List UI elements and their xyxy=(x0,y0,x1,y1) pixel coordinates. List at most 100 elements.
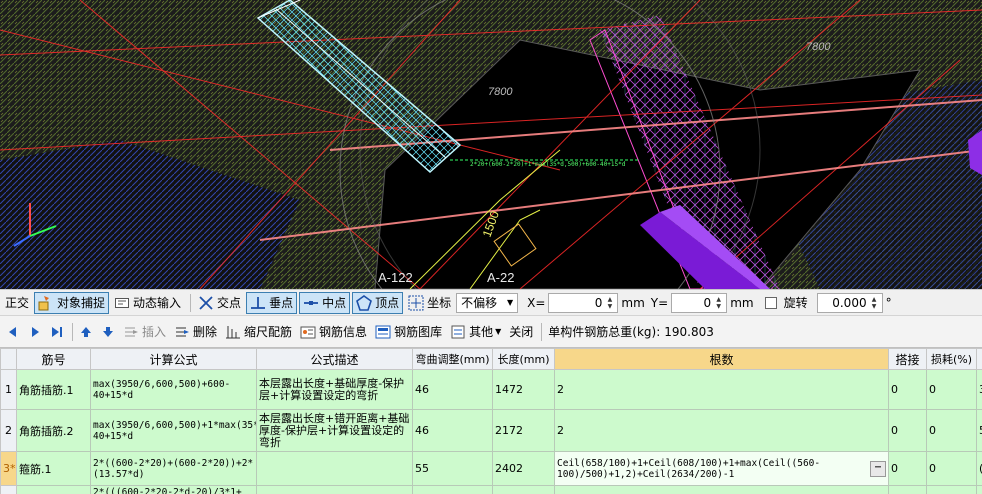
col-header-bend-adjust[interactable]: 弯曲调整(mm) xyxy=(412,348,493,370)
cell-bar-name[interactable]: 箍筋.1 xyxy=(16,451,91,486)
toolbar-divider xyxy=(541,322,543,341)
cell-length[interactable]: 1472 xyxy=(492,369,555,410)
col-header-formula[interactable]: 计算公式 xyxy=(90,348,257,370)
perpendicular-snap[interactable]: 垂点 xyxy=(246,291,298,314)
row-number[interactable]: 2 xyxy=(0,409,17,452)
rebar-toolbar: 插入 删除 缩尺配筋 钢筋信息 钢筋图库 其他 ▼ 关闭 单构件钢筋总重(kg)… xyxy=(0,316,982,348)
close-button[interactable]: 关闭 xyxy=(509,323,533,340)
cell-count[interactable] xyxy=(554,485,889,494)
other-menu-button[interactable]: 其他 ▼ xyxy=(450,323,501,340)
scale-rebar-label: 缩尺配筋 xyxy=(244,325,293,339)
y-spinner-icon[interactable]: ▲ ▼ xyxy=(713,294,724,312)
table-row[interactable]: 2 角筋插筋.2 max(3950/6,600,500)+1*max(35*d,… xyxy=(0,409,982,452)
midpoint-snap[interactable]: 中点 xyxy=(299,291,351,314)
cell-extra[interactable]: 3 xyxy=(976,369,982,410)
other-label: 其他 xyxy=(469,325,494,339)
cell-extra[interactable] xyxy=(976,485,982,494)
rebar-library-icon xyxy=(375,325,391,338)
coordinate-snap[interactable]: 坐标 xyxy=(405,292,454,314)
rotate-spinner-icon[interactable]: ▲ ▼ xyxy=(869,294,880,312)
ellipsis-button-icon[interactable]: ⋯ xyxy=(870,460,886,477)
cell-bend-adjust[interactable]: 55 xyxy=(412,451,493,486)
last-icon[interactable] xyxy=(50,325,64,339)
cell-formula[interactable]: 2*((600-2*20)+(600-2*20))+2*(13.57*d) xyxy=(90,451,257,486)
total-weight: 单构件钢筋总重(kg): 190.803 xyxy=(548,323,714,340)
rebar-table: 筋号 计算公式 公式描述 弯曲调整(mm) 长度(mm) 根数 搭接 损耗(%)… xyxy=(0,348,982,494)
cell-bend-adjust[interactable] xyxy=(412,485,493,494)
object-snap-toggle[interactable]: 对象捕捉 xyxy=(34,291,110,314)
cell-lap[interactable] xyxy=(888,485,927,494)
cell-length[interactable]: 2172 xyxy=(492,409,555,452)
col-header-loss[interactable]: 损耗(%) xyxy=(926,348,977,370)
3d-viewport[interactable]: 7800 7800 A-122 A-22 1500 2*20+(600-2*20… xyxy=(0,0,982,289)
delete-button[interactable]: 删除 xyxy=(174,323,217,340)
move-up-icon[interactable] xyxy=(79,325,93,339)
ortho-toggle[interactable]: 正交 xyxy=(2,292,32,314)
cell-length[interactable] xyxy=(492,485,555,494)
x-spinner-icon[interactable]: ▲ ▼ xyxy=(604,294,615,312)
rebar-info-button[interactable]: 钢筋信息 xyxy=(300,323,367,340)
vertex-icon xyxy=(356,294,373,311)
cell-extra[interactable]: ( xyxy=(976,451,982,486)
dynamic-input-toggle[interactable]: 动态输入 xyxy=(111,292,184,314)
cell-loss[interactable] xyxy=(926,485,977,494)
coordinate-label: 坐标 xyxy=(427,296,452,310)
rotate-input[interactable]: 0.000 ▲ ▼ xyxy=(816,292,883,313)
offset-mode-select[interactable]: 不偏移 ▼ xyxy=(456,292,519,313)
rebar-library-button[interactable]: 钢筋图库 xyxy=(375,323,442,340)
close-label: 关闭 xyxy=(509,325,534,339)
cell-bend-adjust[interactable]: 46 xyxy=(412,409,493,452)
viewport-formula-overlay: 2*20+(600-2*20)+1*max(35*d,500)+600-40+1… xyxy=(470,161,626,168)
cell-formula[interactable]: 2*(((600-2*20-2*d-20)/3*1+ xyxy=(90,485,257,494)
rebar-info-label: 钢筋信息 xyxy=(319,325,368,339)
y-unit: mm xyxy=(730,295,754,310)
toolbar-divider xyxy=(72,322,73,341)
next-icon[interactable] xyxy=(28,325,42,339)
table-row-selected[interactable]: 3* 箍筋.1 2*((600-2*20)+(600-2*20))+2*(13.… xyxy=(0,451,982,486)
col-header-length[interactable]: 长度(mm) xyxy=(492,348,555,370)
cell-lap[interactable]: 0 xyxy=(888,451,927,486)
y-coordinate-input[interactable]: 0 ▲ ▼ xyxy=(671,292,728,313)
cell-loss[interactable]: 0 xyxy=(926,451,977,486)
cell-formula[interactable]: max(3950/6,600,500)+600-40+15*d xyxy=(90,369,257,410)
cell-formula-desc[interactable]: 本层露出长度+基础厚度-保护层+计算设置设定的弯折 xyxy=(256,369,413,410)
cell-loss[interactable]: 0 xyxy=(926,409,977,452)
cell-formula[interactable]: max(3950/6,600,500)+1*max(35*d,500)+600-… xyxy=(90,409,257,452)
cell-count-editing[interactable]: Ceil(658/100)+1+Ceil(608/100)+1+max(Ceil… xyxy=(554,451,889,486)
table-row[interactable]: 1 角筋插筋.1 max(3950/6,600,500)+600-40+15*d… xyxy=(0,369,982,410)
cell-bend-adjust[interactable]: 46 xyxy=(412,369,493,410)
cell-lap[interactable]: 0 xyxy=(888,409,927,452)
cell-lap[interactable]: 0 xyxy=(888,369,927,410)
cell-formula-desc[interactable] xyxy=(256,485,413,494)
row-number[interactable]: 1 xyxy=(0,369,17,410)
scale-rebar-button[interactable]: 缩尺配筋 xyxy=(225,323,292,340)
x-unit: mm xyxy=(621,295,645,310)
insert-button[interactable]: 插入 xyxy=(123,323,166,340)
col-header-formula-desc[interactable]: 公式描述 xyxy=(256,348,413,370)
col-header-count[interactable]: 根数 xyxy=(554,348,889,370)
previous-icon[interactable] xyxy=(6,325,20,339)
intersection-snap[interactable]: 交点 xyxy=(195,292,244,314)
row-number[interactable] xyxy=(0,485,17,494)
total-weight-label: 单构件钢筋总重(kg): xyxy=(548,325,661,339)
cell-bar-name[interactable]: 角筋插筋.2 xyxy=(16,409,91,452)
cell-length[interactable]: 2402 xyxy=(492,451,555,486)
cell-loss[interactable]: 0 xyxy=(926,369,977,410)
x-coordinate-input[interactable]: 0 ▲ ▼ xyxy=(548,292,619,313)
insert-icon xyxy=(125,327,138,336)
cell-count-text: Ceil(658/100)+1+Ceil(608/100)+1+max(Ceil… xyxy=(557,457,821,480)
cell-formula-desc[interactable] xyxy=(256,451,413,486)
table-row[interactable]: 箍筋 2*(((600-2*20-2*d-20)/3*1+ xyxy=(0,485,982,494)
cell-bar-name[interactable]: 箍筋 xyxy=(16,485,91,494)
cell-bar-name[interactable]: 角筋插筋.1 xyxy=(16,369,91,410)
move-down-icon[interactable] xyxy=(101,325,115,339)
vertex-snap[interactable]: 顶点 xyxy=(352,291,404,314)
row-number[interactable]: 3* xyxy=(0,451,17,486)
cell-count[interactable]: 2 xyxy=(554,409,889,452)
cell-extra[interactable]: 5 xyxy=(976,409,982,452)
cell-formula-desc[interactable]: 本层露出长度+错开距离+基础厚度-保护层+计算设置设定的弯折 xyxy=(256,409,413,452)
rotate-checkbox[interactable] xyxy=(764,296,777,309)
col-header-lap[interactable]: 搭接 xyxy=(888,348,927,370)
cell-count[interactable]: 2 xyxy=(554,369,889,410)
col-header-bar-no[interactable]: 筋号 xyxy=(16,348,91,370)
